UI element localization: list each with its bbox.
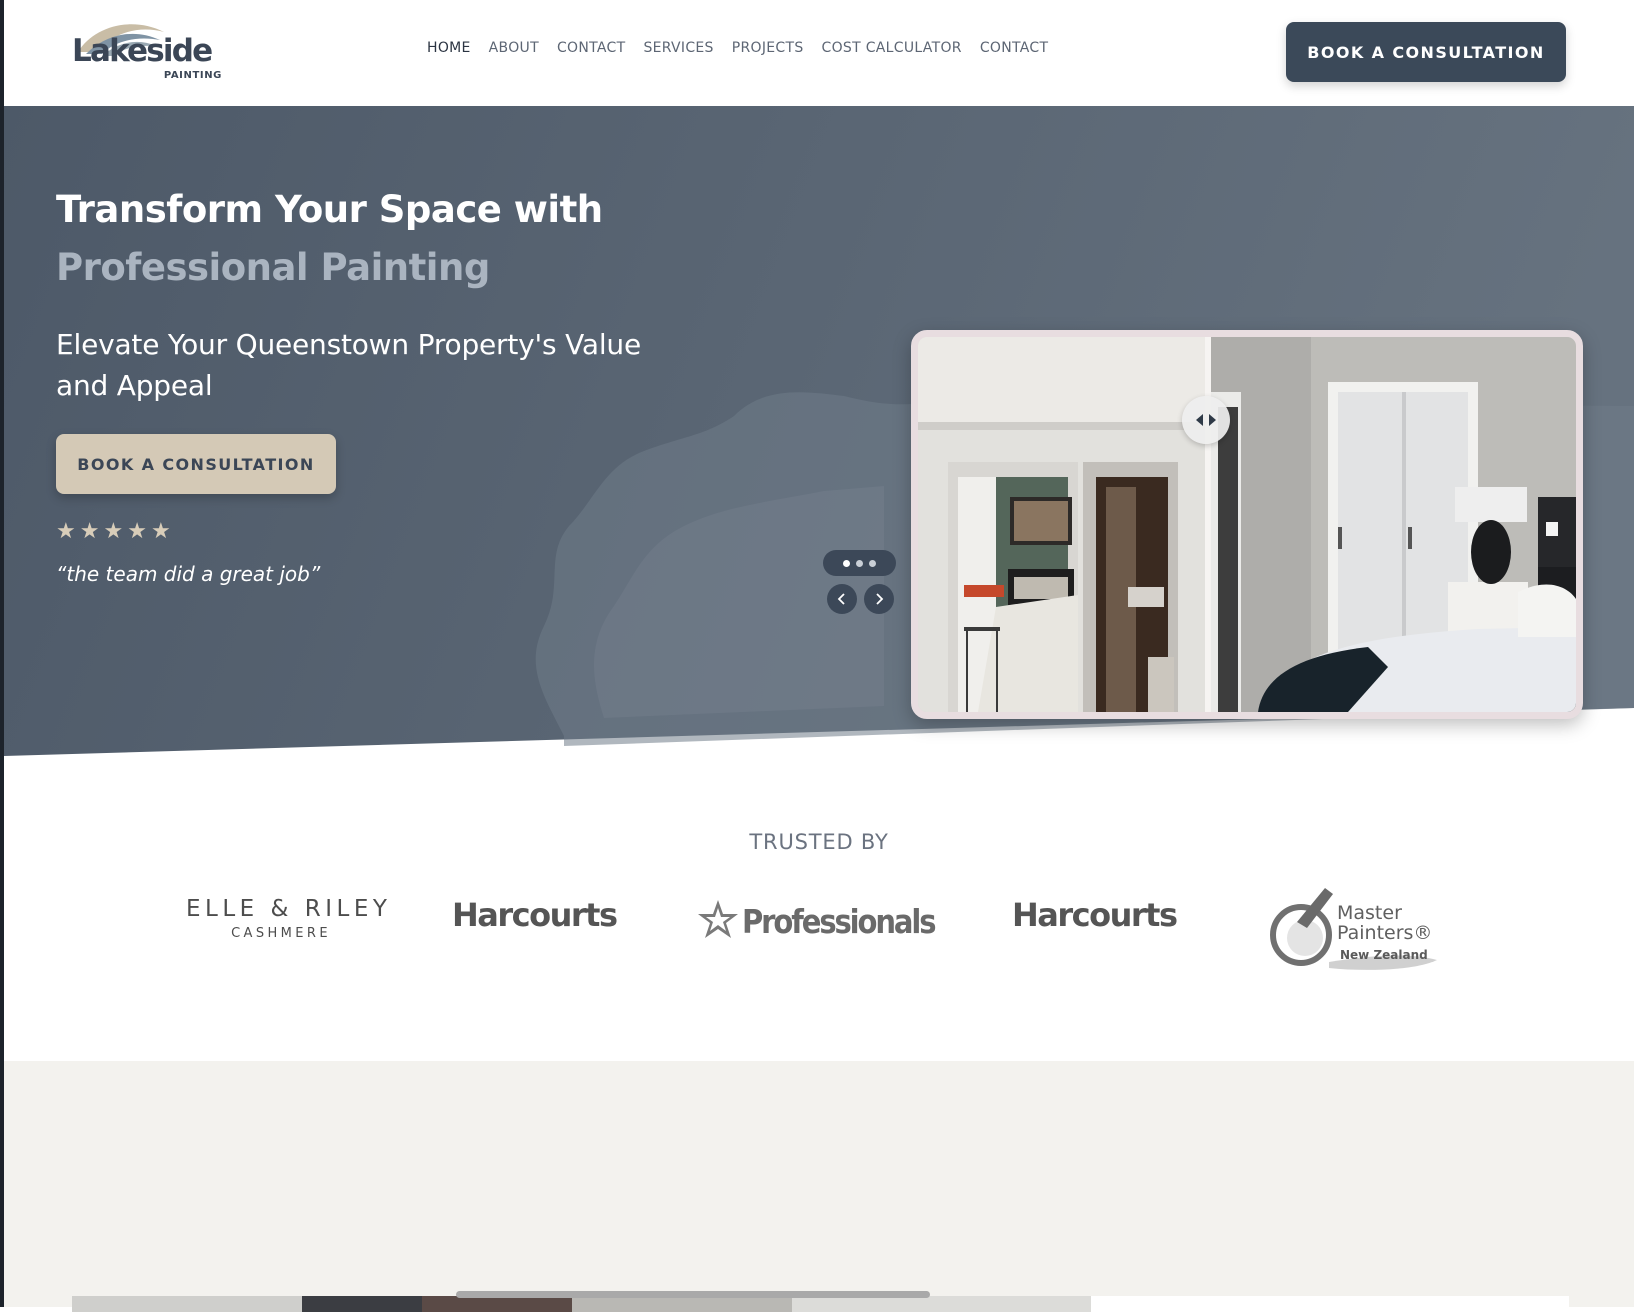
master-painters-line-2: Painters® — [1337, 922, 1433, 944]
before-after-slider[interactable] — [911, 330, 1583, 719]
hero-title-highlight: Professional Painting — [56, 246, 490, 289]
slide-dot-3[interactable] — [869, 559, 876, 567]
nav-cost-calculator[interactable]: COST CALCULATOR — [822, 40, 962, 56]
slider-prev-button[interactable] — [827, 584, 857, 614]
main-nav: HOME ABOUT CONTACT SERVICES PROJECTS COS… — [427, 40, 1048, 56]
master-painters-logo: Master Painters® New Zealand — [1267, 880, 1457, 976]
hero-subtitle: Elevate Your Queenstown Property's Value… — [56, 328, 641, 402]
projects-section — [4, 1061, 1634, 1316]
nav-contact-secondary[interactable]: CONTACT — [980, 40, 1049, 56]
star-icon: ★ — [103, 518, 124, 543]
chevron-left-icon — [837, 593, 845, 605]
site-header: Lakeside PAINTING HOME ABOUT CONTACT SER… — [4, 0, 1634, 106]
star-icon: ★ — [56, 518, 76, 543]
slide-dots-indicator — [823, 550, 896, 576]
nav-about[interactable]: ABOUT — [489, 40, 539, 56]
logo-tagline: PAINTING — [163, 70, 222, 81]
horizontal-scrollbar[interactable] — [456, 1291, 930, 1298]
professionals-logo: Professionals — [696, 898, 937, 948]
star-icon: ★ — [127, 518, 147, 543]
slide-dot-2[interactable] — [856, 559, 863, 567]
testimonial-quote: “the team did a great job” — [56, 562, 321, 586]
chevron-right-icon — [876, 593, 884, 605]
project-info-card — [1091, 1296, 1569, 1316]
elle-riley-sub: CASHMERE — [231, 926, 331, 941]
before-after-image — [918, 337, 1576, 712]
harcourts-logo: Harcourts — [452, 896, 618, 934]
hero-title: Transform Your Space with — [56, 188, 603, 231]
hero-book-consultation-button[interactable]: BOOK A CONSULTATION — [56, 434, 336, 494]
harcourts-logo-secondary: Harcourts — [1012, 896, 1178, 934]
site-logo[interactable]: Lakeside PAINTING — [72, 18, 222, 84]
star-icon: ★ — [79, 518, 100, 543]
nav-services[interactable]: SERVICES — [643, 40, 713, 56]
rating-stars: ★ ★ ★ ★ ★ — [56, 520, 171, 542]
partner-logos-row: ELLE & RILEY CASHMERE Harcourts Professi… — [4, 870, 1634, 980]
nav-home[interactable]: HOME — [427, 40, 471, 56]
nav-projects[interactable]: PROJECTS — [732, 40, 804, 56]
slider-drag-handle[interactable] — [1182, 396, 1230, 444]
master-painters-line-3: New Zealand — [1340, 948, 1428, 962]
trusted-by-heading: TRUSTED BY — [749, 830, 889, 854]
elle-riley-logo: ELLE & RILEY CASHMERE — [186, 896, 392, 941]
star-icon: ★ — [150, 518, 171, 543]
elle-riley-wordmark: ELLE & RILEY — [186, 896, 392, 922]
star-outline-icon — [698, 900, 738, 938]
drag-handle-icon — [1196, 414, 1216, 426]
master-painters-line-1: Master — [1337, 902, 1402, 924]
logo-wordmark: Lakeside — [72, 33, 213, 69]
nav-contact[interactable]: CONTACT — [557, 40, 626, 56]
slider-next-button[interactable] — [864, 584, 894, 614]
header-book-consultation-button[interactable]: BOOK A CONSULTATION — [1286, 22, 1566, 82]
professionals-wordmark: Professionals — [742, 902, 937, 941]
slide-dot-1[interactable] — [843, 559, 850, 567]
project-image-strip — [72, 1296, 1092, 1312]
window-left-edge — [0, 0, 4, 1307]
